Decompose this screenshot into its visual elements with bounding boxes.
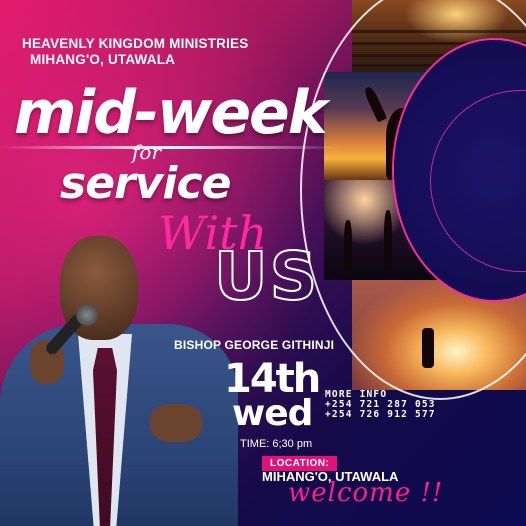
organization-name: HEAVENLY KINGDOM MINISTRIES: [22, 36, 249, 51]
organization-heading: HEAVENLY KINGDOM MINISTRIES MIHANG'O, UT…: [22, 36, 248, 68]
welcome-text: welcome !!: [288, 478, 444, 508]
headline-midweek: mid-week: [14, 78, 328, 148]
pointing-hand: [150, 404, 202, 442]
event-poster: HEAVENLY KINGDOM MINISTRIES MIHANG'O, UT…: [0, 0, 526, 526]
contact-phone-2: +254 726 912 577: [325, 409, 436, 420]
speaker-name: BISHOP GEORGE GITHINJI: [174, 338, 335, 352]
headline-service: service: [60, 158, 231, 209]
light-streak: [0, 146, 340, 149]
organization-location: MIHANG'O, UTAWALA: [30, 52, 176, 67]
event-weekday: wed: [232, 393, 313, 434]
event-time: TIME: 6;30 pm: [240, 438, 313, 450]
contact-info: MORE INFO +254 721 287 053 +254 726 912 …: [325, 390, 436, 420]
preacher-photo: [0, 236, 240, 526]
